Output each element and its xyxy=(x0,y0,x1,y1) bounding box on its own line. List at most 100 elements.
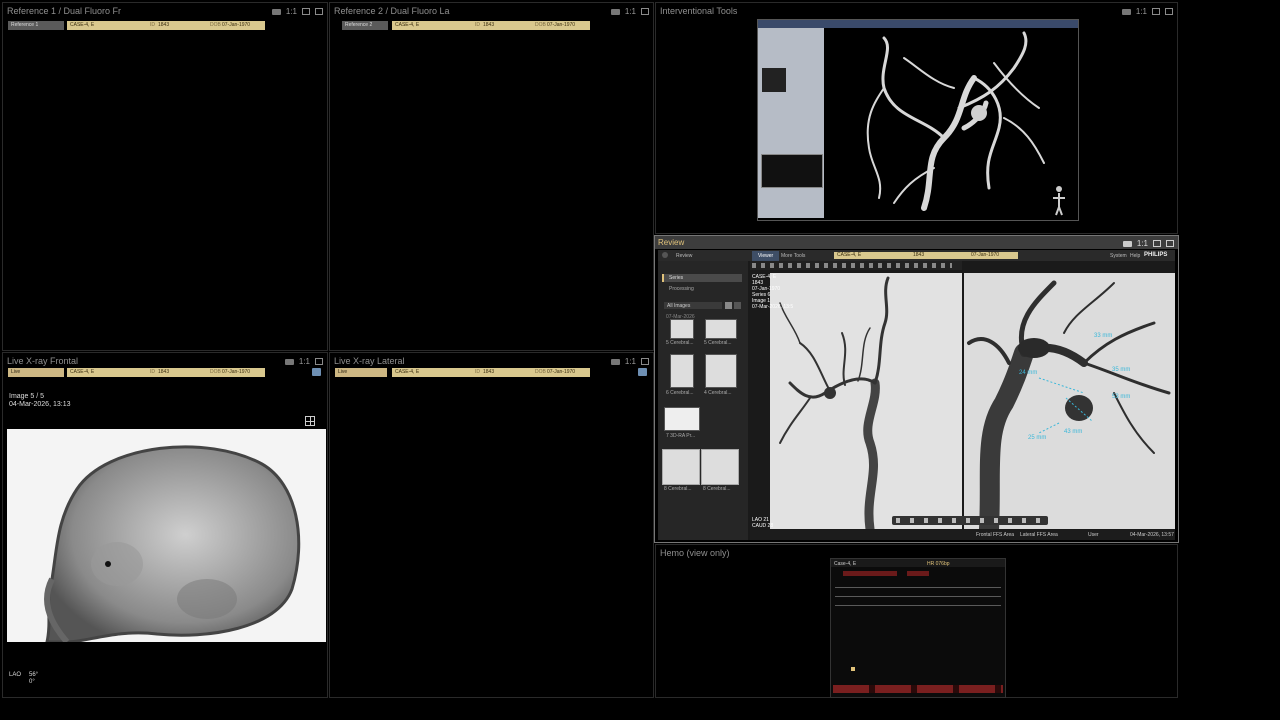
menu-system[interactable]: System xyxy=(1110,253,1127,259)
export-icon[interactable] xyxy=(312,368,321,376)
camera-icon[interactable] xyxy=(610,358,620,365)
review-app: Review Viewer More Tools CASE-4, E 1843 … xyxy=(658,250,1175,540)
series-thumbnail[interactable] xyxy=(670,319,694,339)
acquisition-datetime: 04-Mar-2026, 13:13 xyxy=(9,401,71,408)
restore-icon[interactable] xyxy=(1153,240,1161,247)
all-images-dropdown[interactable]: All Images xyxy=(664,302,722,309)
sidebar-item-processing[interactable]: Processing xyxy=(662,285,740,293)
maximize-icon[interactable] xyxy=(641,8,649,15)
maximize-icon[interactable] xyxy=(641,358,649,365)
hemo-header: Case-4, E HR 076bp xyxy=(831,559,1005,567)
angle-name: LAO xyxy=(9,672,22,678)
reference2-pane: Reference 2 / Dual Fluoro La 1:1 Referen… xyxy=(329,2,654,351)
patient-dob-label: DOB xyxy=(210,22,221,28)
hemo-marker xyxy=(851,667,855,671)
patient-bar: CASE-4, E ID 1843 DOB 07-Jan-1970 xyxy=(392,368,590,377)
export-icon[interactable] xyxy=(638,368,647,376)
interventional-sidebar xyxy=(758,28,824,218)
tab-viewer[interactable]: Viewer xyxy=(752,251,780,261)
playback-controls[interactable] xyxy=(892,516,1048,525)
interventional-screen[interactable] xyxy=(757,19,1079,221)
review-viewport-lateral[interactable]: 24 mm 43 mm 25 mm 33 mm 35 mm 53 mm xyxy=(964,273,1175,529)
series-thumbnail[interactable] xyxy=(705,354,737,388)
interventional-tools-pane: Interventional Tools 1:1 xyxy=(655,2,1178,234)
review-header xyxy=(655,236,1178,249)
patient-name: CASE-4, E xyxy=(837,252,862,258)
live-tag[interactable]: Live xyxy=(335,368,387,377)
status-lateral[interactable]: Lateral FFS Area xyxy=(1020,532,1058,538)
angle-secondary: 0° xyxy=(29,679,35,685)
review-app-label: Review xyxy=(676,253,693,259)
series-thumbnail-selected[interactable] xyxy=(662,449,700,485)
measurement-label: 24 mm xyxy=(1019,370,1038,376)
angiogram-frontal xyxy=(779,276,890,529)
thumbnail-vessel[interactable] xyxy=(761,154,823,188)
series-thumbnail[interactable] xyxy=(705,319,737,339)
series-thumbnail[interactable] xyxy=(664,407,700,431)
thumbnail-list[interactable]: 5 Cerebral... 5 Cerebral... 6 Cerebral..… xyxy=(662,319,742,509)
measurement-label: 43 mm xyxy=(1064,429,1083,435)
camera-icon[interactable] xyxy=(284,358,294,365)
sidebar-item-series[interactable]: Series xyxy=(662,274,742,282)
pane-title: Hemo (view only) xyxy=(660,548,730,558)
pane-controls: 1:1 xyxy=(610,7,649,16)
maximize-icon[interactable] xyxy=(1165,8,1173,15)
camera-icon[interactable] xyxy=(1122,240,1132,247)
patient-dob-label: DOB xyxy=(535,22,546,28)
hemo-alarm-bar xyxy=(907,571,929,576)
thumb-label: 7 3D-RA Pr... xyxy=(666,433,696,439)
ratio-button[interactable]: 1:1 xyxy=(299,357,310,366)
xray-image-frontal[interactable] xyxy=(7,429,326,642)
reference-tag[interactable]: Reference 2 xyxy=(342,21,388,30)
camera-icon[interactable] xyxy=(610,8,620,15)
camera-icon[interactable] xyxy=(1121,8,1131,15)
brand-logo: PHILIPS xyxy=(1144,252,1168,258)
thumbnail-3d[interactable] xyxy=(762,68,786,92)
patient-id-label: ID xyxy=(475,369,480,375)
list-view-icon[interactable] xyxy=(734,302,741,309)
restore-icon[interactable] xyxy=(302,8,310,15)
hemo-screen: Case-4, E HR 076bp xyxy=(830,558,1006,698)
camera-icon[interactable] xyxy=(271,8,281,15)
tool-icons[interactable] xyxy=(752,263,952,268)
maximize-icon[interactable] xyxy=(315,358,323,365)
pane-title: Reference 2 / Dual Fluoro La xyxy=(334,6,450,16)
angle-primary: 56° xyxy=(29,672,39,678)
grid-view-icon[interactable] xyxy=(725,302,732,309)
hemo-hr: HR 076bp xyxy=(927,561,950,567)
patient-bar: CASE-4, E 1843 07-Jan-1970 xyxy=(834,252,1018,259)
thumb-label: 8 Cerebral... xyxy=(664,486,692,492)
patient-dob: 07-Jan-1970 xyxy=(971,252,1000,258)
hemo-case: Case-4, E xyxy=(834,561,857,567)
pane-controls: 1:1 xyxy=(284,357,323,366)
waveform-row xyxy=(835,605,1001,606)
ratio-button[interactable]: 1:1 xyxy=(1136,7,1147,16)
patient-id: 1843 xyxy=(483,22,495,28)
back-icon[interactable] xyxy=(662,252,668,258)
review-app-topbar: Review Viewer More Tools CASE-4, E 1843 … xyxy=(658,250,1175,261)
ratio-button[interactable]: 1:1 xyxy=(625,357,636,366)
reference-tag[interactable]: Reference 1 xyxy=(8,21,64,30)
status-frontal[interactable]: Frontal FFS Area xyxy=(976,532,1014,538)
grid-layout-icon[interactable] xyxy=(305,416,315,426)
live-tag[interactable]: Live xyxy=(8,368,64,377)
review-sidebar: Series Processing All Images 07-Mar-2026… xyxy=(658,261,748,540)
maximize-icon[interactable] xyxy=(315,8,323,15)
ratio-button[interactable]: 1:1 xyxy=(625,7,636,16)
restore-icon[interactable] xyxy=(1152,8,1160,15)
patient-bar: CASE-4, E ID 1843 DOB 07-Jan-1970 xyxy=(67,21,265,30)
maximize-icon[interactable] xyxy=(1166,240,1174,247)
review-viewport-frontal[interactable] xyxy=(770,273,962,529)
angle-overlay: LAO 21 CAUD 28 xyxy=(752,517,774,529)
review-toolbar xyxy=(750,261,962,270)
patient-dob: 07-Jan-1970 xyxy=(547,369,576,375)
playback-icons[interactable] xyxy=(896,518,1042,523)
series-thumbnail[interactable] xyxy=(670,354,694,388)
ratio-button[interactable]: 1:1 xyxy=(286,7,297,16)
thumb-label: 8 Cerebral... xyxy=(703,486,731,492)
menu-help[interactable]: Help xyxy=(1130,253,1140,259)
series-thumbnail-selected[interactable] xyxy=(701,449,739,485)
ratio-button[interactable]: 1:1 xyxy=(1137,239,1148,248)
review-statusbar: Frontal FFS Area Lateral FFS Area User 0… xyxy=(750,530,1175,540)
tab-more-tools[interactable]: More Tools xyxy=(781,253,805,259)
